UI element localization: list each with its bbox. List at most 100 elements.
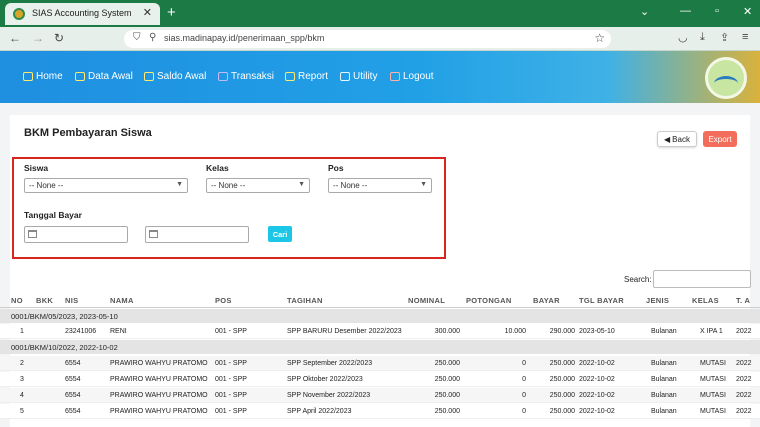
col-nominal[interactable]: NOMINAL [408, 296, 445, 305]
tanggal-bayar-label: Tanggal Bayar [24, 210, 82, 220]
cell-nominal: 300.000 [434, 328, 460, 335]
chevron-down-icon: ▼ [420, 181, 427, 188]
page-title: BKM Pembayaran Siswa [24, 127, 152, 139]
nav-label: Saldo Awal [157, 71, 207, 82]
filter-panel [12, 157, 446, 259]
back-label: Back [672, 134, 690, 144]
table-header: NO BKK NIS NAMA POS TAGIHAN NOMINAL POTO… [0, 292, 760, 308]
menu-icon[interactable]: ≡ [742, 31, 748, 43]
col-jenis[interactable]: JENIS [646, 296, 669, 305]
close-tab-icon[interactable]: ✕ [143, 6, 152, 19]
col-nis[interactable]: NIS [65, 296, 78, 305]
tanggal-from-input[interactable] [24, 226, 128, 243]
pos-select[interactable]: -- None -- ▼ [328, 178, 432, 193]
nav-report[interactable]: Report [285, 71, 328, 82]
cell-jenis: Bulanan [651, 360, 677, 367]
shield-icon: ⛉ [133, 32, 141, 43]
chevron-down-icon: ▼ [298, 181, 305, 188]
col-bkk[interactable]: BKK [36, 296, 53, 305]
col-potongan[interactable]: POTONGAN [466, 296, 512, 305]
cell-nama: PRAWIRO WAHYU PRATOMO [110, 376, 208, 383]
cell-ta: 2022 [736, 392, 752, 399]
cell-ta: 2022 [736, 376, 752, 383]
back-button[interactable]: ◀ Back [657, 131, 697, 147]
col-ta[interactable]: T. A [736, 296, 750, 305]
pocket-icon[interactable]: ◡ [678, 31, 688, 44]
cell-pos: 001 - SPP [215, 376, 247, 383]
new-tab-icon[interactable]: + [167, 4, 176, 21]
school-logo [705, 57, 747, 99]
col-no[interactable]: NO [11, 296, 23, 305]
cell-tagihan: SPP November 2022/2023 [287, 392, 371, 399]
forward-arrow-icon[interactable]: → [32, 31, 44, 45]
nav-data-awal[interactable]: Data Awal [75, 71, 133, 82]
nav-saldo-awal[interactable]: Saldo Awal [144, 71, 206, 82]
cell-potongan: 0 [522, 392, 526, 399]
back-arrow-icon[interactable]: ← [9, 31, 21, 45]
cell-jenis: Bulanan [651, 408, 677, 415]
home-icon [23, 72, 33, 81]
cell-potongan: 0 [522, 360, 526, 367]
group-label: 0001/BKM/10/2022, 2022-10-02 [11, 343, 118, 352]
cart-icon [218, 72, 228, 81]
col-nama[interactable]: NAMA [110, 296, 134, 305]
minimize-icon[interactable]: — [680, 5, 691, 17]
app-favicon-icon [13, 8, 25, 20]
siswa-value: -- None -- [29, 181, 64, 190]
kelas-value: -- None -- [211, 181, 246, 190]
cell-no: 3 [20, 376, 24, 383]
siswa-select[interactable]: -- None -- ▼ [24, 178, 188, 193]
table-row[interactable]: 1 23241006 RENI 001 - SPP SPP BARURU Des… [0, 324, 760, 339]
nav-home[interactable]: Home [23, 71, 63, 82]
cell-tgl-bayar: 2023-05-10 [579, 328, 615, 335]
col-tagihan[interactable]: TAGIHAN [287, 296, 323, 305]
cell-no: 2 [20, 360, 24, 367]
search-input[interactable] [653, 270, 751, 288]
nav-label: Report [298, 71, 329, 82]
nav-utility[interactable]: Utility [340, 71, 377, 82]
col-tgl-bayar[interactable]: TGL BAYAR [579, 296, 624, 305]
table-row[interactable]: 5 6554 PRAWIRO WAHYU PRATOMO 001 - SPP S… [0, 404, 760, 419]
export-button[interactable]: Export [703, 131, 737, 147]
download-icon[interactable]: ⤓ [700, 31, 705, 44]
tab-list-icon[interactable]: ⌄ [640, 5, 649, 18]
nav-label: Logout [403, 71, 434, 82]
cell-kelas: X IPA 1 [700, 328, 723, 335]
nav-logout[interactable]: Logout [390, 71, 434, 82]
bookmark-star-icon[interactable]: ☆ [594, 31, 605, 45]
cell-nis: 6554 [65, 360, 81, 367]
group-row: 0001/BKM/05/2023, 2023-05-10 [0, 309, 760, 323]
reload-icon[interactable]: ↻ [54, 31, 64, 45]
url-text: sias.madinapay.id/penerimaan_spp/bkm [164, 33, 325, 43]
calendar-icon [28, 230, 37, 238]
col-kelas[interactable]: KELAS [692, 296, 719, 305]
close-window-icon[interactable]: ✕ [743, 5, 752, 18]
cari-button[interactable]: Cari [268, 226, 292, 242]
site-info-icon[interactable]: ⚲ [149, 32, 156, 43]
kelas-label: Kelas [206, 163, 229, 173]
nav-label: Data Awal [88, 71, 133, 82]
table-row[interactable]: 4 6554 PRAWIRO WAHYU PRATOMO 001 - SPP S… [0, 388, 760, 403]
col-bayar[interactable]: BAYAR [533, 296, 560, 305]
table-row[interactable]: 3 6554 PRAWIRO WAHYU PRATOMO 001 - SPP S… [0, 372, 760, 387]
cell-tgl-bayar: 2022-10-02 [579, 408, 615, 415]
cell-tagihan: SPP September 2022/2023 [287, 360, 373, 367]
monitor-icon [75, 72, 85, 81]
tools-icon [340, 72, 350, 81]
cell-nis: 6554 [65, 408, 81, 415]
cell-kelas: MUTASI [700, 408, 726, 415]
extensions-icon[interactable]: ⇪ [720, 31, 729, 44]
tanggal-to-input[interactable] [145, 226, 249, 243]
browser-tab[interactable]: SIAS Accounting System ✕ [5, 3, 160, 25]
table-row[interactable]: 2 6554 PRAWIRO WAHYU PRATOMO 001 - SPP S… [0, 356, 760, 371]
cell-potongan: 0 [522, 376, 526, 383]
col-pos[interactable]: POS [215, 296, 232, 305]
url-field[interactable]: ⛉ ⚲ sias.madinapay.id/penerimaan_spp/bkm… [124, 30, 611, 48]
cell-bayar: 250.000 [549, 392, 575, 399]
cell-bayar: 290.000 [549, 328, 575, 335]
nav-transaksi[interactable]: Transaksi [218, 71, 274, 82]
tab-title: SIAS Accounting System [32, 8, 132, 18]
kelas-select[interactable]: -- None -- ▼ [206, 178, 310, 193]
cell-tgl-bayar: 2022-10-02 [579, 392, 615, 399]
maximize-icon[interactable]: ▫ [715, 5, 719, 17]
